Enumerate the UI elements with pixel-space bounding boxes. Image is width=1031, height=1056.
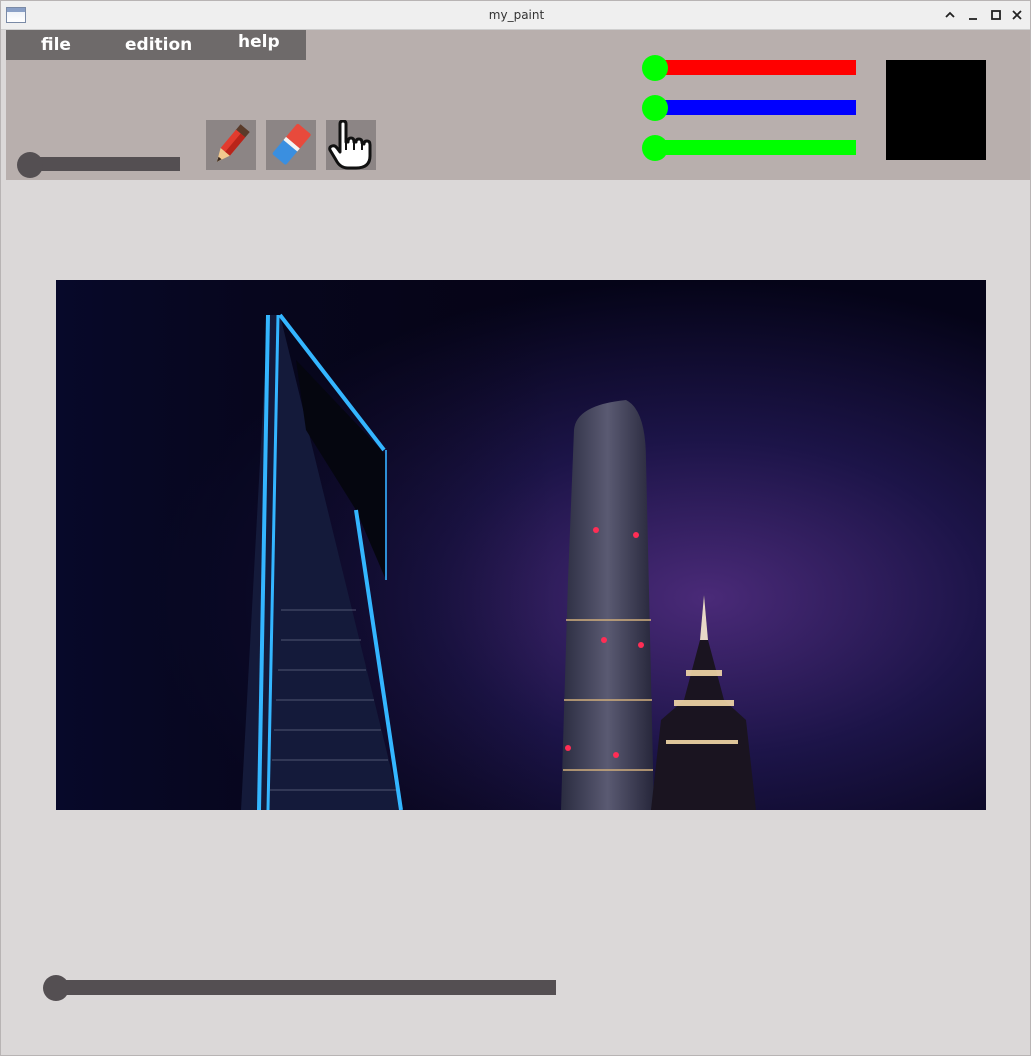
toolbar: file edition help	[6, 30, 1030, 180]
menu-help[interactable]: help	[238, 32, 280, 56]
pencil-tool-button[interactable]	[206, 120, 256, 170]
color-preview	[886, 60, 986, 160]
slider-track	[26, 157, 180, 171]
slider-knob[interactable]	[17, 152, 43, 178]
title-bar[interactable]: my_paint	[1, 1, 1030, 30]
drawing-canvas[interactable]	[6, 180, 1030, 1055]
app-window: my_paint file edition help	[0, 0, 1031, 1056]
red-slider-knob[interactable]	[642, 55, 668, 81]
hand-tool-button[interactable]	[326, 120, 376, 170]
blue-slider-track	[656, 100, 856, 115]
green-slider-knob[interactable]	[642, 135, 668, 161]
red-slider-track	[656, 60, 856, 75]
blue-slider-knob[interactable]	[642, 95, 668, 121]
green-slider-track	[656, 140, 856, 155]
minimize-icon[interactable]	[965, 7, 981, 23]
pencil-icon	[216, 124, 250, 162]
menu-bar: file edition help	[6, 30, 306, 60]
eraser-tool-button[interactable]	[266, 120, 316, 170]
canvas-image[interactable]	[56, 280, 986, 810]
eraser-icon	[272, 123, 311, 165]
menu-edition[interactable]: edition	[125, 35, 192, 59]
window-title: my_paint	[488, 8, 545, 22]
zoom-slider-track	[56, 980, 556, 995]
hand-icon	[328, 120, 372, 170]
zoom-slider-knob[interactable]	[43, 975, 69, 1001]
close-icon[interactable]	[1009, 7, 1025, 23]
shade-icon[interactable]	[942, 7, 958, 23]
maximize-icon[interactable]	[988, 7, 1004, 23]
menu-file[interactable]: file	[41, 35, 71, 59]
